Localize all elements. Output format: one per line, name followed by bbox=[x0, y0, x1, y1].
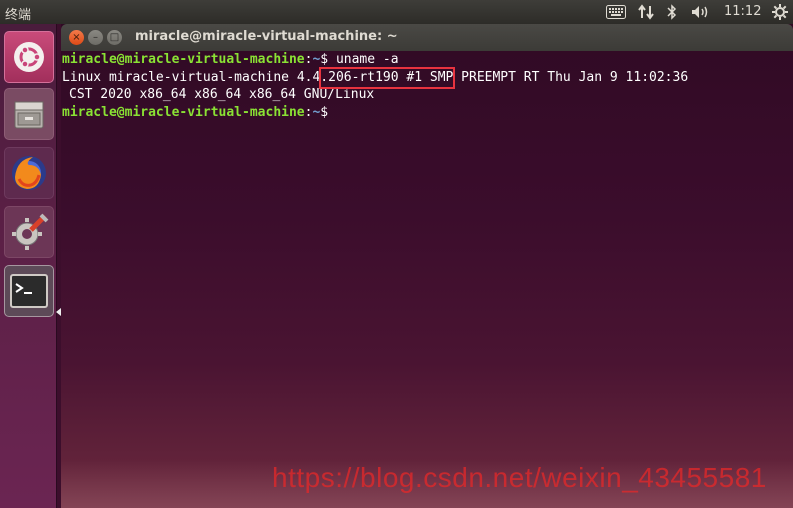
version-highlight-box bbox=[319, 67, 455, 89]
maximize-button[interactable]: □ bbox=[107, 30, 122, 45]
titlebar[interactable]: × – □ miracle@miracle-virtual-machine: ~ bbox=[61, 24, 793, 51]
gear-icon[interactable] bbox=[771, 3, 789, 21]
prompt-user: miracle@miracle-virtual-machine bbox=[62, 105, 305, 120]
launcher bbox=[0, 24, 61, 508]
volume-icon[interactable] bbox=[690, 3, 712, 21]
output-prefix: Linux miracle-virtual-machine bbox=[62, 70, 297, 85]
prompt-symbol: $ bbox=[320, 105, 329, 120]
clock[interactable]: 11:12 bbox=[724, 4, 761, 19]
app-title: 终端 bbox=[5, 8, 32, 23]
watermark-text: https://blog.csdn.net/weixin_43455581 bbox=[272, 462, 767, 493]
bluetooth-icon[interactable] bbox=[665, 3, 679, 21]
prompt-line[interactable]: miracle@miracle-virtual-machine:~$ bbox=[62, 104, 328, 121]
minimize-button[interactable]: – bbox=[88, 30, 103, 45]
keyboard-icon[interactable] bbox=[605, 3, 627, 21]
close-button[interactable]: × bbox=[69, 30, 84, 45]
prompt-symbol: $ bbox=[320, 52, 329, 67]
ubuntu-dash-icon[interactable] bbox=[4, 31, 54, 83]
command-text: uname -a bbox=[328, 52, 399, 67]
top-panel: 终端 11:12 bbox=[0, 0, 793, 24]
firefox-icon[interactable] bbox=[4, 147, 54, 199]
network-icon[interactable] bbox=[636, 3, 656, 21]
files-icon[interactable] bbox=[4, 88, 54, 140]
prompt-user: miracle@miracle-virtual-machine bbox=[62, 52, 305, 67]
settings-icon[interactable] bbox=[4, 206, 54, 258]
terminal-icon[interactable] bbox=[4, 265, 54, 317]
terminal-window[interactable]: × – □ miracle@miracle-virtual-machine: ~… bbox=[61, 24, 793, 508]
command-line: miracle@miracle-virtual-machine:~$ uname… bbox=[62, 51, 399, 68]
window-title: miracle@miracle-virtual-machine: ~ bbox=[135, 29, 398, 44]
terminal-output[interactable]: miracle@miracle-virtual-machine:~$ uname… bbox=[61, 51, 793, 508]
